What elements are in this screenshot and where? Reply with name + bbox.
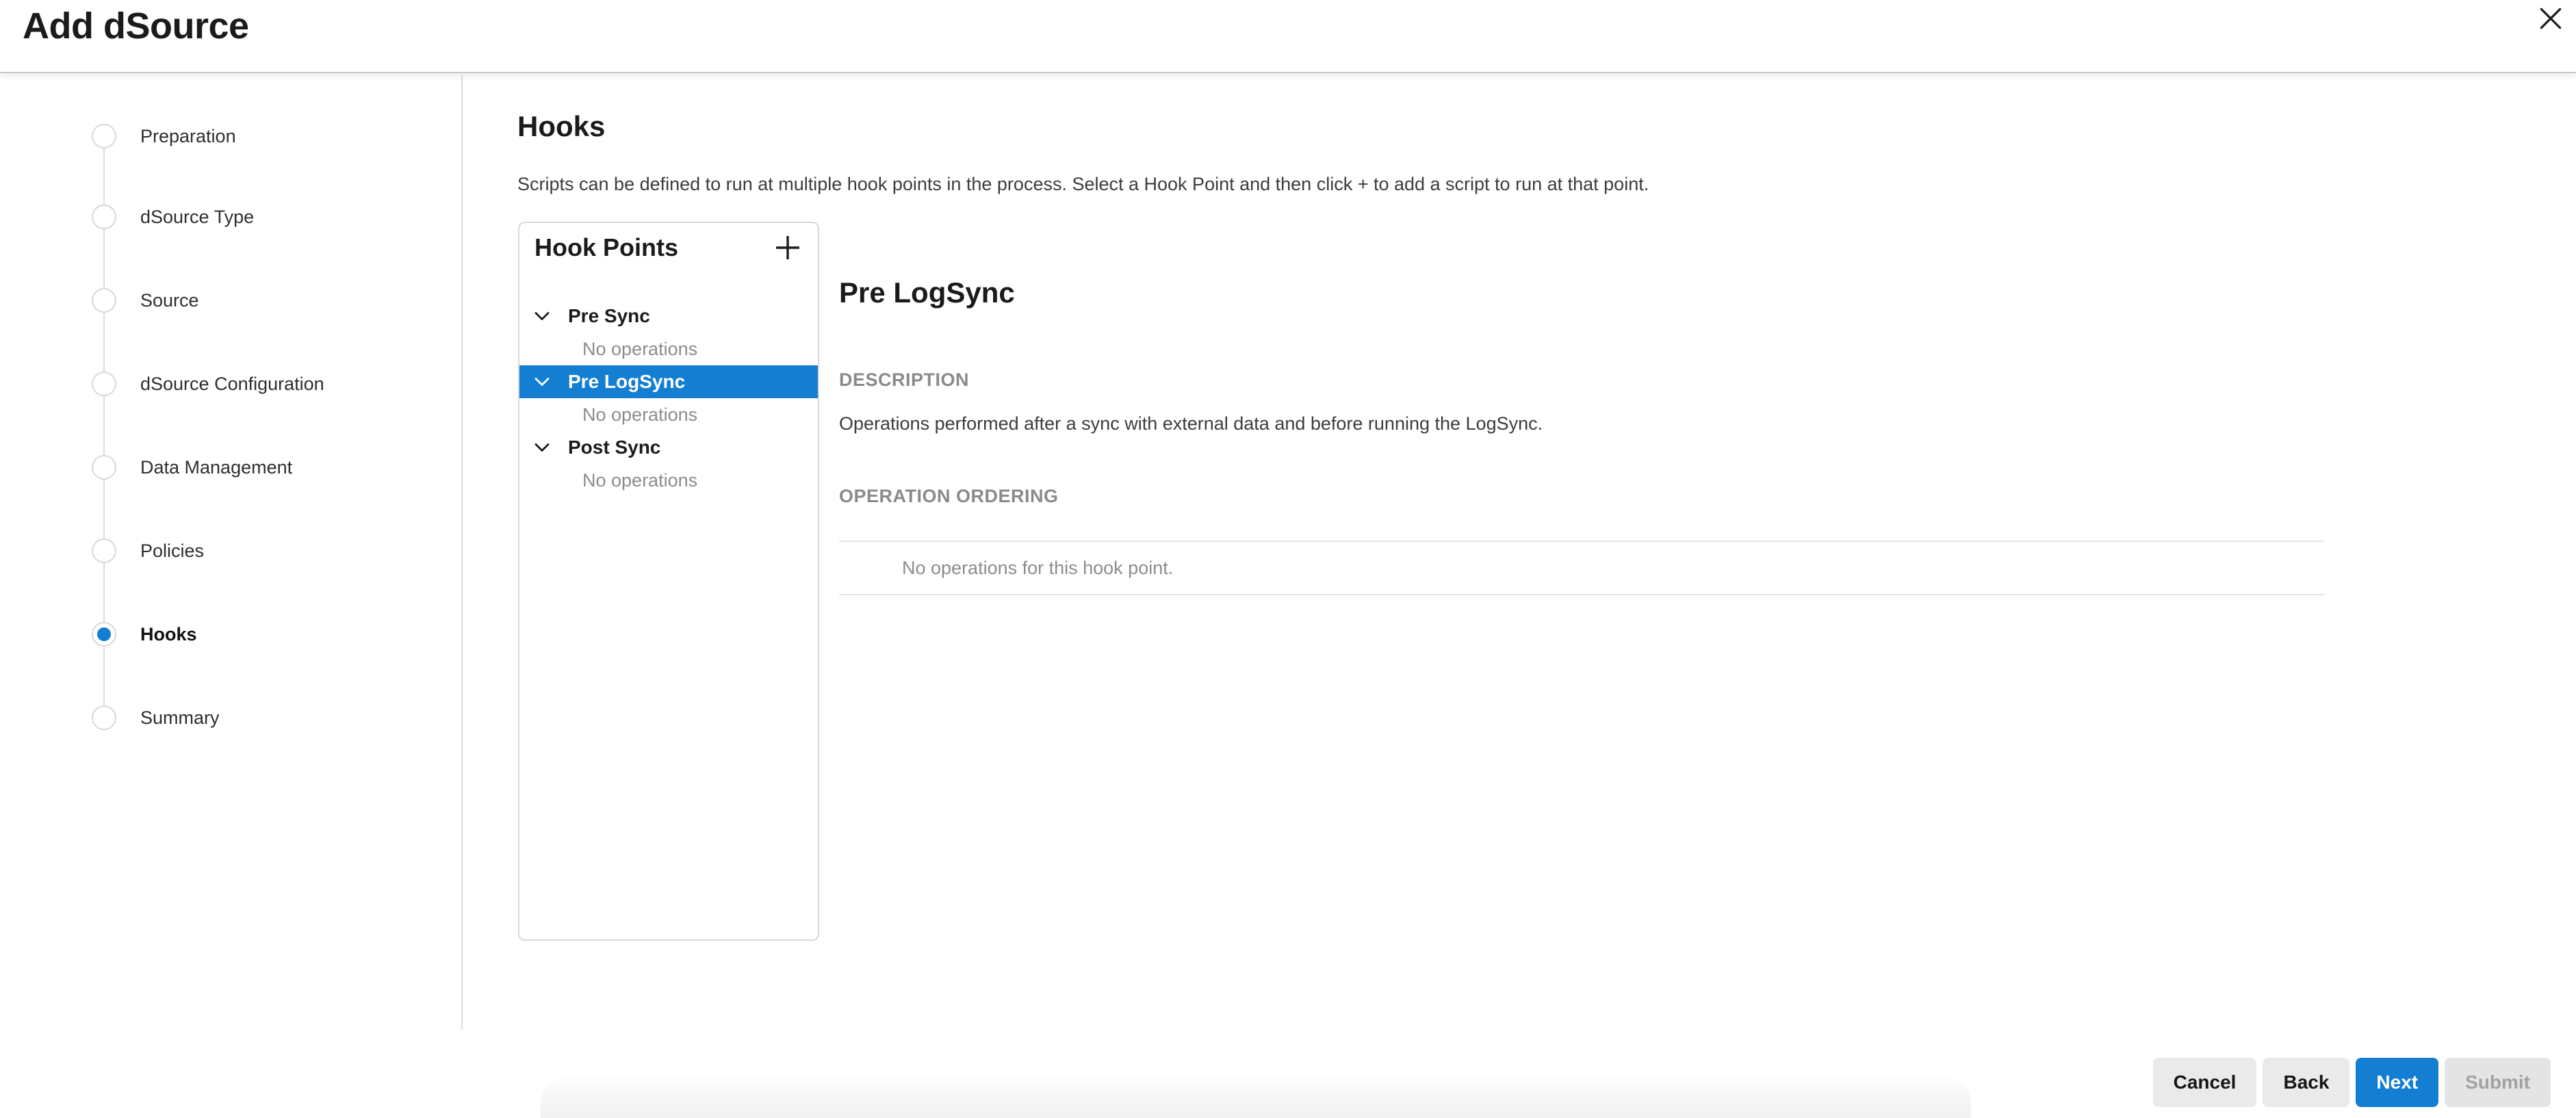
bottom-sheet-shadow xyxy=(541,1074,1971,1118)
hook-point-pre-logsync-selected[interactable]: Pre LogSync xyxy=(519,365,818,398)
step-label: Data Management xyxy=(140,457,292,478)
selected-hook-title: Pre LogSync xyxy=(839,275,1015,311)
stepper-step-policies[interactable]: Policies xyxy=(0,536,204,566)
close-button[interactable] xyxy=(2534,2,2567,35)
back-button[interactable]: Back xyxy=(2263,1058,2349,1107)
wizard-header: Add dSource xyxy=(0,0,2576,73)
stepper-step-preparation[interactable]: Preparation xyxy=(0,121,236,151)
step-circle-icon xyxy=(92,372,116,396)
step-label: Hooks xyxy=(140,624,197,645)
add-dsource-wizard: Add dSource Preparation dSource Type Sou… xyxy=(0,0,2576,1118)
selected-hook-description: Operations performed after a sync with e… xyxy=(839,412,2345,435)
step-circle-icon xyxy=(92,538,116,563)
hook-point-pre-sync[interactable]: Pre Sync xyxy=(519,300,818,333)
step-label: Policies xyxy=(140,541,204,562)
step-circle-icon xyxy=(92,124,116,148)
hook-point-post-sync-operations: No operations xyxy=(519,464,818,497)
chevron-down-icon[interactable] xyxy=(534,443,550,452)
hook-point-post-sync[interactable]: Post Sync xyxy=(519,431,818,464)
hook-points-panel: Hook Points Pre Sync No operations xyxy=(518,222,819,941)
wizard-footer-actions: Cancel Back Next Submit xyxy=(2153,1058,2551,1107)
stepper-step-source[interactable]: Source xyxy=(0,285,199,315)
page-title: Add dSource xyxy=(23,1,249,51)
step-label: Preparation xyxy=(140,126,236,147)
hook-point-label: Pre LogSync xyxy=(568,371,685,393)
stepper-step-data-management[interactable]: Data Management xyxy=(0,452,292,482)
hooks-step-heading: Hooks xyxy=(517,108,605,145)
submit-button-disabled: Submit xyxy=(2445,1058,2551,1107)
hook-point-pre-logsync-operations: No operations xyxy=(519,398,818,431)
hooks-step-instructions: Scripts can be defined to run at multipl… xyxy=(517,172,2406,196)
stepper-step-dsource-type[interactable]: dSource Type xyxy=(0,202,254,232)
chevron-down-icon[interactable] xyxy=(534,311,550,321)
next-button[interactable]: Next xyxy=(2356,1058,2438,1107)
step-label: dSource Configuration xyxy=(140,374,324,395)
operation-ordering-list: No operations for this hook point. xyxy=(839,541,2324,595)
step-circle-icon xyxy=(92,705,116,730)
step-label: dSource Type xyxy=(140,207,254,228)
plus-icon xyxy=(774,234,801,261)
operation-ordering-empty-message: No operations for this hook point. xyxy=(902,558,1173,579)
stepper-step-hooks-active[interactable]: Hooks xyxy=(0,619,197,649)
step-label: Source xyxy=(140,290,199,311)
step-circle-active-icon xyxy=(92,622,116,647)
description-section-label: DESCRIPTION xyxy=(839,369,969,391)
hook-point-label: Post Sync xyxy=(568,437,660,458)
stepper-step-dsource-configuration[interactable]: dSource Configuration xyxy=(0,369,324,399)
hook-point-label: Pre Sync xyxy=(568,305,650,327)
step-circle-icon xyxy=(92,205,116,229)
hook-points-tree: Pre Sync No operations Pre LogSync No op… xyxy=(519,300,818,497)
step-label: Summary xyxy=(140,707,220,729)
add-hook-button[interactable] xyxy=(773,233,803,263)
hook-points-title: Hook Points xyxy=(534,233,678,263)
hook-point-pre-sync-operations: No operations xyxy=(519,333,818,365)
step-circle-icon xyxy=(92,455,116,480)
close-icon xyxy=(2537,5,2564,32)
step-circle-icon xyxy=(92,288,116,313)
chevron-down-icon[interactable] xyxy=(534,377,550,387)
wizard-stepper-sidebar: Preparation dSource Type Source dSource … xyxy=(0,75,463,1030)
cancel-button[interactable]: Cancel xyxy=(2153,1058,2257,1107)
operation-ordering-section-label: OPERATION ORDERING xyxy=(839,486,1059,507)
stepper-step-summary[interactable]: Summary xyxy=(0,703,220,733)
